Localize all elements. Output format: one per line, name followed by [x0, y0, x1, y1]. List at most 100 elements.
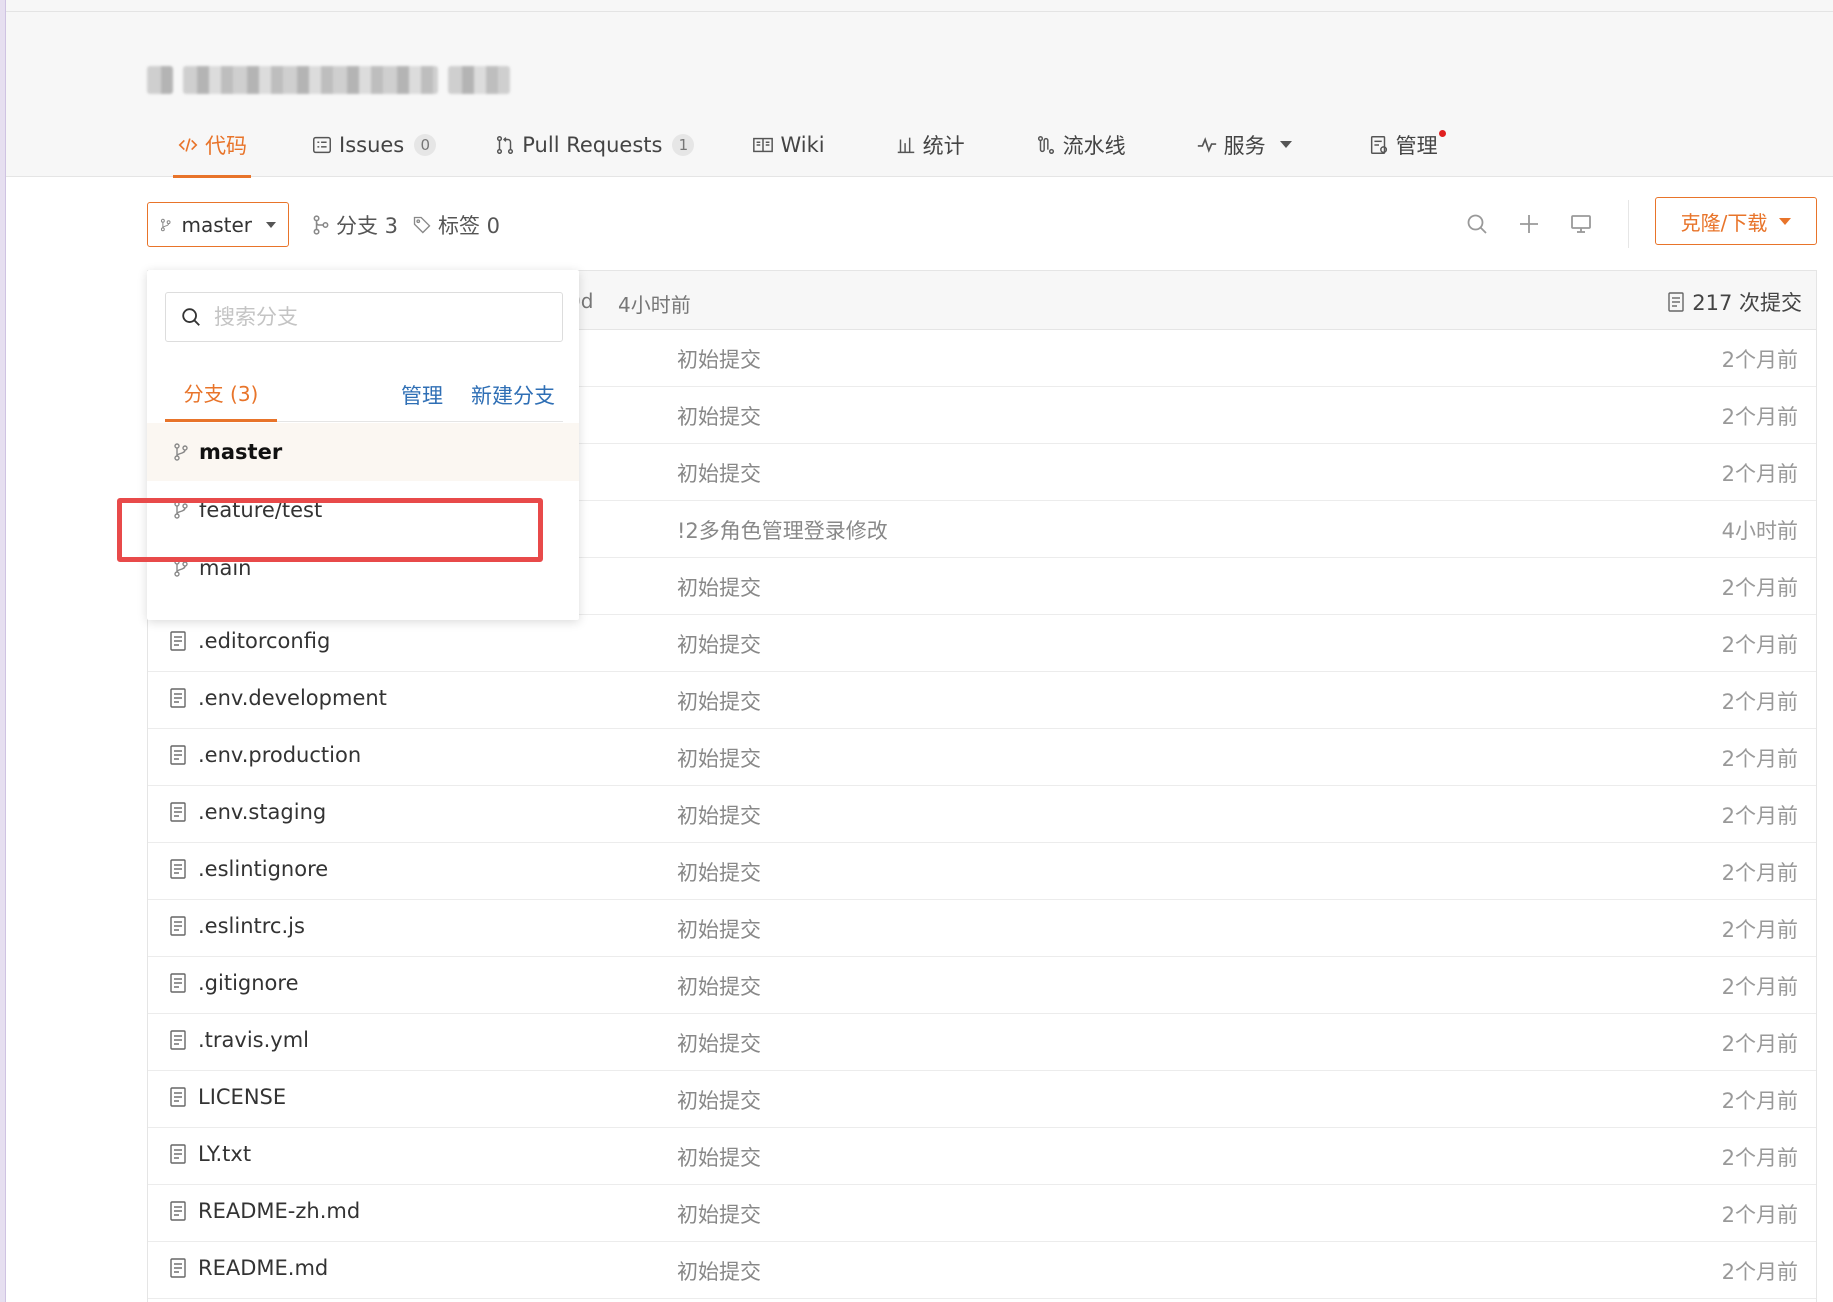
commit-count-link[interactable]: 217 次提交	[1666, 287, 1802, 317]
file-name-link[interactable]: .eslintignore	[168, 857, 328, 881]
file-row[interactable]: LY.txt 初始提交 2个月前	[148, 1128, 1816, 1185]
window-left-edge	[0, 0, 6, 1302]
branch-option-feature-test[interactable]: feature/test	[147, 481, 579, 539]
tab-pull-requests-label: Pull Requests	[522, 132, 663, 157]
header-divider	[6, 11, 1833, 12]
file-name-link[interactable]: .env.development	[168, 686, 387, 710]
commit-message-link[interactable]: 初始提交	[677, 1028, 761, 1058]
file-row[interactable]: .env.development 初始提交 2个月前	[148, 672, 1816, 729]
file-row[interactable]: LICENSE 初始提交 2个月前	[148, 1071, 1816, 1128]
commit-message-link[interactable]: 初始提交	[677, 1199, 761, 1229]
commit-time: 4小时前	[1721, 519, 1798, 543]
file-name-link[interactable]: .env.staging	[168, 800, 326, 824]
manage-branches-link[interactable]: 管理	[401, 380, 443, 410]
branches-link[interactable]: 分支 3	[312, 210, 398, 240]
commit-time: 2个月前	[1721, 1260, 1798, 1284]
file-name-link[interactable]: README-zh.md	[168, 1199, 360, 1223]
file-name-link[interactable]: .editorconfig	[168, 629, 330, 653]
file-icon	[170, 688, 186, 708]
file-row[interactable]: .eslintrc.js 初始提交 2个月前	[148, 900, 1816, 957]
commit-message-link[interactable]: 初始提交	[677, 1142, 761, 1172]
file-name-link[interactable]: README.md	[168, 1256, 328, 1280]
tab-wiki[interactable]: Wiki	[752, 120, 825, 177]
file-name-link[interactable]: .travis.yml	[168, 1028, 309, 1052]
file-row[interactable]: .travis.yml 初始提交 2个月前	[148, 1014, 1816, 1071]
branch-selector-button[interactable]: master	[147, 202, 289, 247]
clone-download-button[interactable]: 克隆/下载	[1655, 197, 1817, 245]
file-icon	[170, 916, 186, 936]
tab-services-label: 服务	[1223, 133, 1266, 158]
branch-dropdown: 分支 (3) 管理 新建分支 master feature/test main	[147, 270, 579, 620]
file-row[interactable]: .editorconfig 初始提交 2个月前	[148, 615, 1816, 672]
commit-message-link[interactable]: 初始提交	[677, 800, 761, 830]
tab-code-label: 代码	[205, 133, 247, 158]
tags-count-label: 标签 0	[438, 214, 501, 238]
search-icon	[182, 308, 200, 326]
pulse-icon	[1197, 136, 1216, 153]
file-name-link[interactable]: .env.production	[168, 743, 361, 767]
branch-search-input[interactable]	[214, 305, 534, 329]
tab-services[interactable]: 服务	[1196, 120, 1292, 177]
commit-message-link[interactable]: 初始提交	[677, 914, 761, 944]
file-row[interactable]: .env.staging 初始提交 2个月前	[148, 786, 1816, 843]
commit-message-link[interactable]: 初始提交	[677, 743, 761, 773]
commit-message-link[interactable]: 初始提交	[677, 344, 761, 374]
file-name: .env.production	[198, 743, 362, 767]
branch-option-main[interactable]: main	[147, 539, 579, 597]
file-row[interactable]: README.md 初始提交 2个月前	[148, 1242, 1816, 1299]
commit-time: 2个月前	[1721, 405, 1798, 429]
tab-manage[interactable]: 管理	[1368, 120, 1446, 177]
file-name-link[interactable]: LICENSE	[168, 1085, 286, 1109]
tab-stats[interactable]: 统计	[895, 120, 965, 177]
commit-time: 2个月前	[1721, 348, 1798, 372]
new-branch-link[interactable]: 新建分支	[471, 380, 555, 410]
file-row[interactable]: .env.production 初始提交 2个月前	[148, 729, 1816, 786]
file-icon	[170, 973, 186, 993]
commit-message-link[interactable]: 初始提交	[677, 401, 761, 431]
tags-link[interactable]: 标签 0	[412, 210, 500, 240]
tab-code[interactable]: 代码	[173, 120, 251, 178]
branch-option-label: feature/test	[199, 498, 323, 522]
repo-avatar-blurred	[147, 66, 173, 94]
tab-issues[interactable]: Issues 0	[311, 120, 437, 177]
commit-message-link[interactable]: 初始提交	[677, 458, 761, 488]
commit-message-link[interactable]: 初始提交	[677, 572, 761, 602]
commit-time: 2个月前	[1721, 975, 1798, 999]
repo-title-text: ██████████████ ██	[147, 64, 148, 65]
file-name: .editorconfig	[198, 629, 331, 653]
file-name-link[interactable]: .gitignore	[168, 971, 299, 995]
commit-time: 2个月前	[1721, 576, 1798, 600]
search-button[interactable]	[1460, 207, 1494, 241]
file-name-link[interactable]: LY.txt	[168, 1142, 251, 1166]
file-icon	[170, 859, 186, 879]
file-name-link[interactable]: .eslintrc.js	[168, 914, 305, 938]
branch-option-master[interactable]: master	[147, 423, 579, 481]
commit-message-link[interactable]: 初始提交	[677, 857, 761, 887]
file-icon	[170, 802, 186, 822]
commit-message-link[interactable]: 初始提交	[677, 686, 761, 716]
commit-message-link[interactable]: 初始提交	[677, 971, 761, 1001]
caret-down-icon	[266, 221, 276, 228]
web-ide-button[interactable]	[1564, 207, 1598, 241]
commit-message-link[interactable]: 初始提交	[677, 629, 761, 659]
file-row[interactable]: .eslintignore 初始提交 2个月前	[148, 843, 1816, 900]
commit-message-link[interactable]: !2多角色管理登录修改	[677, 515, 888, 545]
file-name: LY.txt	[198, 1142, 252, 1166]
tab-pull-requests[interactable]: Pull Requests 1	[494, 120, 695, 177]
file-name: .env.development	[198, 686, 387, 710]
commit-message-link[interactable]: 初始提交	[677, 1085, 761, 1115]
branch-icon	[174, 501, 188, 519]
repo-suffix-blurred	[448, 66, 510, 94]
file-icon	[170, 745, 186, 765]
tag-icon	[413, 216, 431, 234]
commit-message-link[interactable]: 初始提交	[677, 1256, 761, 1286]
commit-time: 2个月前	[1721, 690, 1798, 714]
file-row[interactable]: .gitignore 初始提交 2个月前	[148, 957, 1816, 1014]
pipeline-icon	[1037, 135, 1054, 154]
add-file-button[interactable]	[1512, 207, 1546, 241]
file-row[interactable]: README-zh.md 初始提交 2个月前	[148, 1185, 1816, 1242]
monitor-icon	[1571, 215, 1591, 233]
tab-pipeline[interactable]: 流水线	[1035, 120, 1126, 177]
tab-branches[interactable]: 分支 (3)	[165, 366, 277, 422]
branch-selector-label: master	[181, 212, 252, 237]
